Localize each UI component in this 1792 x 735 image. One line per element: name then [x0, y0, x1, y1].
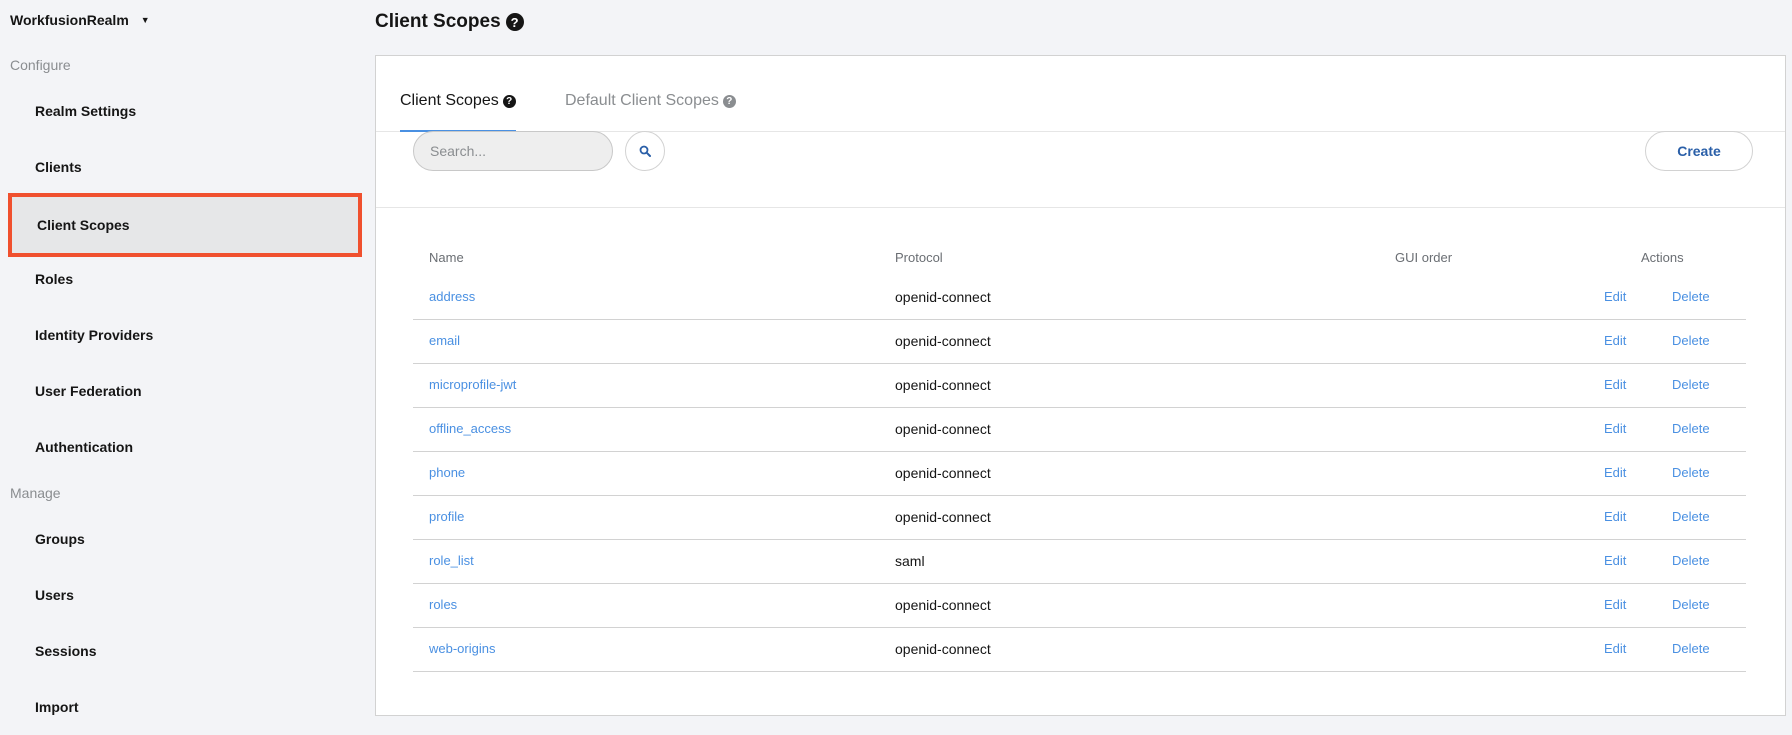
- realm-selector[interactable]: WorkfusionRealm ▼: [10, 12, 150, 28]
- search-icon: [639, 145, 651, 157]
- scope-name-link[interactable]: web-origins: [429, 641, 495, 656]
- delete-link[interactable]: Delete: [1672, 333, 1710, 348]
- scope-name-link[interactable]: address: [429, 289, 475, 304]
- sidebar: WorkfusionRealm ▼ Configure Realm Settin…: [0, 0, 366, 723]
- column-header-protocol[interactable]: Protocol: [895, 250, 943, 265]
- create-button[interactable]: Create: [1645, 131, 1753, 171]
- tab-label: Client Scopes: [400, 92, 499, 109]
- sidebar-item-client-scopes[interactable]: Client Scopes: [8, 193, 362, 257]
- table-row: offline_access openid-connect Edit Delete: [413, 408, 1746, 452]
- scope-protocol: saml: [895, 553, 925, 569]
- table-row: phone openid-connect Edit Delete: [413, 452, 1746, 496]
- edit-link[interactable]: Edit: [1604, 641, 1626, 656]
- page-title-text: Client Scopes: [375, 11, 501, 32]
- edit-link[interactable]: Edit: [1604, 465, 1626, 480]
- edit-link[interactable]: Edit: [1604, 289, 1626, 304]
- scope-protocol: openid-connect: [895, 377, 991, 393]
- delete-link[interactable]: Delete: [1672, 289, 1710, 304]
- edit-link[interactable]: Edit: [1604, 553, 1626, 568]
- sidebar-item-authentication[interactable]: Authentication: [10, 419, 360, 475]
- sidebar-item-label: Sessions: [35, 643, 97, 659]
- delete-link[interactable]: Delete: [1672, 509, 1710, 524]
- table-header: Name Protocol GUI order Actions: [413, 232, 1746, 276]
- table-row: address openid-connect Edit Delete: [413, 276, 1746, 320]
- sidebar-item-label: Authentication: [35, 439, 133, 455]
- scope-protocol: openid-connect: [895, 465, 991, 481]
- scope-name-link[interactable]: email: [429, 333, 460, 348]
- scope-name-link[interactable]: roles: [429, 597, 457, 612]
- edit-link[interactable]: Edit: [1604, 377, 1626, 392]
- help-circle-icon[interactable]: ?: [502, 95, 516, 108]
- sidebar-item-label: Client Scopes: [37, 217, 130, 233]
- delete-link[interactable]: Delete: [1672, 641, 1710, 656]
- sidebar-item-clients[interactable]: Clients: [10, 139, 360, 195]
- realm-name: WorkfusionRealm: [10, 12, 129, 28]
- scope-name-link[interactable]: role_list: [429, 553, 474, 568]
- edit-link[interactable]: Edit: [1604, 597, 1626, 612]
- scope-protocol: openid-connect: [895, 509, 991, 525]
- sidebar-item-identity-providers[interactable]: Identity Providers: [10, 307, 360, 363]
- content-card: Client Scopes ? Default Client Scopes ? …: [375, 55, 1786, 716]
- table-row: email openid-connect Edit Delete: [413, 320, 1746, 364]
- sidebar-item-label: Realm Settings: [35, 103, 137, 119]
- table-row: roles openid-connect Edit Delete: [413, 584, 1746, 628]
- delete-link[interactable]: Delete: [1672, 377, 1710, 392]
- sidebar-item-label: Import: [35, 699, 79, 715]
- sidebar-item-label: Clients: [35, 159, 82, 175]
- sidebar-item-sessions[interactable]: Sessions: [10, 623, 360, 679]
- edit-link[interactable]: Edit: [1604, 509, 1626, 524]
- delete-link[interactable]: Delete: [1672, 553, 1710, 568]
- scope-name-link[interactable]: offline_access: [429, 421, 511, 436]
- sidebar-item-import[interactable]: Import: [10, 679, 360, 735]
- table-body: address openid-connect Edit Delete email open…: [413, 276, 1746, 672]
- sidebar-item-label: Roles: [35, 271, 74, 287]
- scope-protocol: openid-connect: [895, 289, 991, 305]
- scope-protocol: openid-connect: [895, 641, 991, 657]
- client-scopes-table: Name Protocol GUI order Actions address o…: [413, 232, 1746, 672]
- scope-protocol: openid-connect: [895, 333, 991, 349]
- section-label-configure: Configure: [10, 57, 71, 73]
- column-header-name[interactable]: Name: [429, 250, 464, 265]
- sidebar-item-realm-settings[interactable]: Realm Settings: [10, 83, 360, 139]
- sidebar-item-label: Identity Providers: [35, 327, 154, 343]
- scope-name-link[interactable]: profile: [429, 509, 464, 524]
- edit-link[interactable]: Edit: [1604, 421, 1626, 436]
- table-row: profile openid-connect Edit Delete: [413, 496, 1746, 540]
- column-header-gui-order[interactable]: GUI order: [1395, 250, 1452, 265]
- scope-name-link[interactable]: phone: [429, 465, 465, 480]
- sidebar-item-users[interactable]: Users: [10, 567, 360, 623]
- help-circle-icon[interactable]: ?: [505, 13, 524, 31]
- sidebar-item-label: User Federation: [35, 383, 142, 399]
- delete-link[interactable]: Delete: [1672, 421, 1710, 436]
- tab-label: Default Client Scopes: [565, 92, 719, 109]
- caret-down-icon: ▼: [140, 15, 150, 25]
- section-label-manage: Manage: [10, 485, 61, 501]
- edit-link[interactable]: Edit: [1604, 333, 1626, 348]
- tab-client-scopes[interactable]: Client Scopes ?: [400, 92, 516, 132]
- sidebar-item-label: Groups: [35, 531, 85, 547]
- tab-bar: Client Scopes ? Default Client Scopes ?: [376, 56, 1785, 132]
- search-input[interactable]: [413, 131, 613, 171]
- page-title: Client Scopes ?: [375, 11, 524, 33]
- scope-name-link[interactable]: microprofile-jwt: [429, 377, 516, 392]
- tab-default-client-scopes[interactable]: Default Client Scopes ?: [565, 92, 736, 132]
- sidebar-item-user-federation[interactable]: User Federation: [10, 363, 360, 419]
- search-button[interactable]: [625, 131, 665, 171]
- scope-protocol: openid-connect: [895, 597, 991, 613]
- table-row: web-origins openid-connect Edit Delete: [413, 628, 1746, 672]
- column-header-actions: Actions: [1641, 250, 1684, 265]
- sidebar-item-label: Users: [35, 587, 74, 603]
- delete-link[interactable]: Delete: [1672, 465, 1710, 480]
- scope-protocol: openid-connect: [895, 421, 991, 437]
- table-row: role_list saml Edit Delete: [413, 540, 1746, 584]
- delete-link[interactable]: Delete: [1672, 597, 1710, 612]
- table-row: microprofile-jwt openid-connect Edit Delete: [413, 364, 1746, 408]
- help-circle-icon[interactable]: ?: [722, 95, 736, 108]
- sidebar-item-groups[interactable]: Groups: [10, 511, 360, 567]
- sidebar-item-roles[interactable]: Roles: [10, 251, 360, 307]
